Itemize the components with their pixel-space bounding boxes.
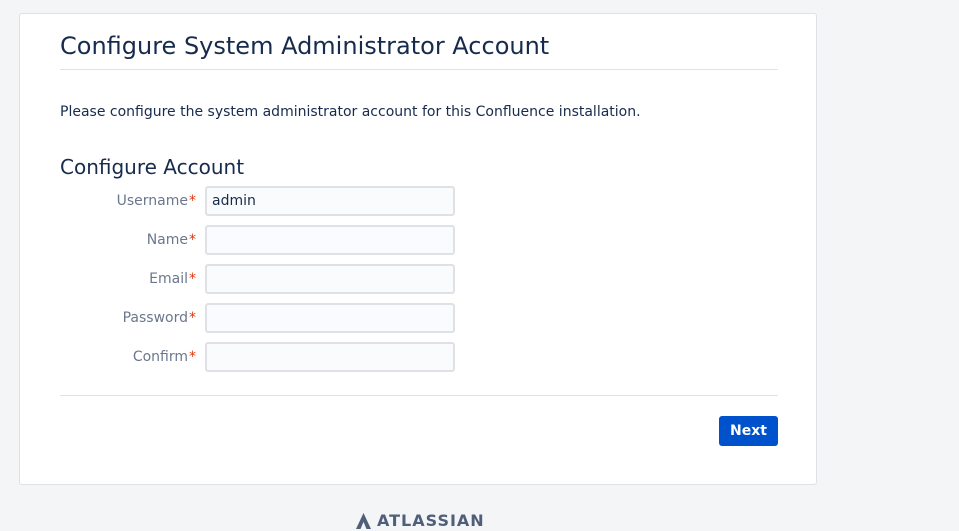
next-button[interactable]: Next (719, 416, 778, 446)
name-label-text: Name (146, 232, 188, 248)
password-label: Password* (123, 309, 196, 327)
email-field[interactable] (205, 264, 455, 294)
name-label: Name* (147, 231, 196, 249)
intro-text: Please configure the system administrato… (60, 104, 641, 120)
confirm-label: Confirm* (133, 348, 196, 366)
required-marker: * (189, 349, 196, 365)
password-label-text: Password (122, 310, 188, 326)
confirm-row: Confirm* (20, 342, 818, 372)
required-marker: * (189, 193, 196, 209)
confirm-label-text: Confirm (132, 349, 188, 365)
email-label: Email* (149, 270, 196, 288)
confirm-password-field[interactable] (205, 342, 455, 372)
required-marker: * (189, 310, 196, 326)
atlassian-brand: ATLASSIAN (356, 511, 485, 531)
section-title: Configure Account (60, 155, 245, 179)
required-marker: * (189, 271, 196, 287)
page-title: Configure System Administrator Account (60, 32, 550, 60)
setup-panel: Configure System Administrator Account P… (19, 13, 817, 485)
title-divider (60, 69, 778, 70)
username-field[interactable] (205, 186, 455, 216)
username-row: Username* (20, 186, 818, 216)
name-row: Name* (20, 225, 818, 255)
password-field[interactable] (205, 303, 455, 333)
required-marker: * (189, 232, 196, 248)
email-label-text: Email (149, 271, 188, 287)
atlassian-wordmark: ATLASSIAN (377, 511, 485, 530)
password-row: Password* (20, 303, 818, 333)
username-label: Username* (117, 192, 196, 210)
name-field[interactable] (205, 225, 455, 255)
username-label-text: Username (116, 193, 188, 209)
email-row: Email* (20, 264, 818, 294)
form-divider (60, 395, 778, 396)
